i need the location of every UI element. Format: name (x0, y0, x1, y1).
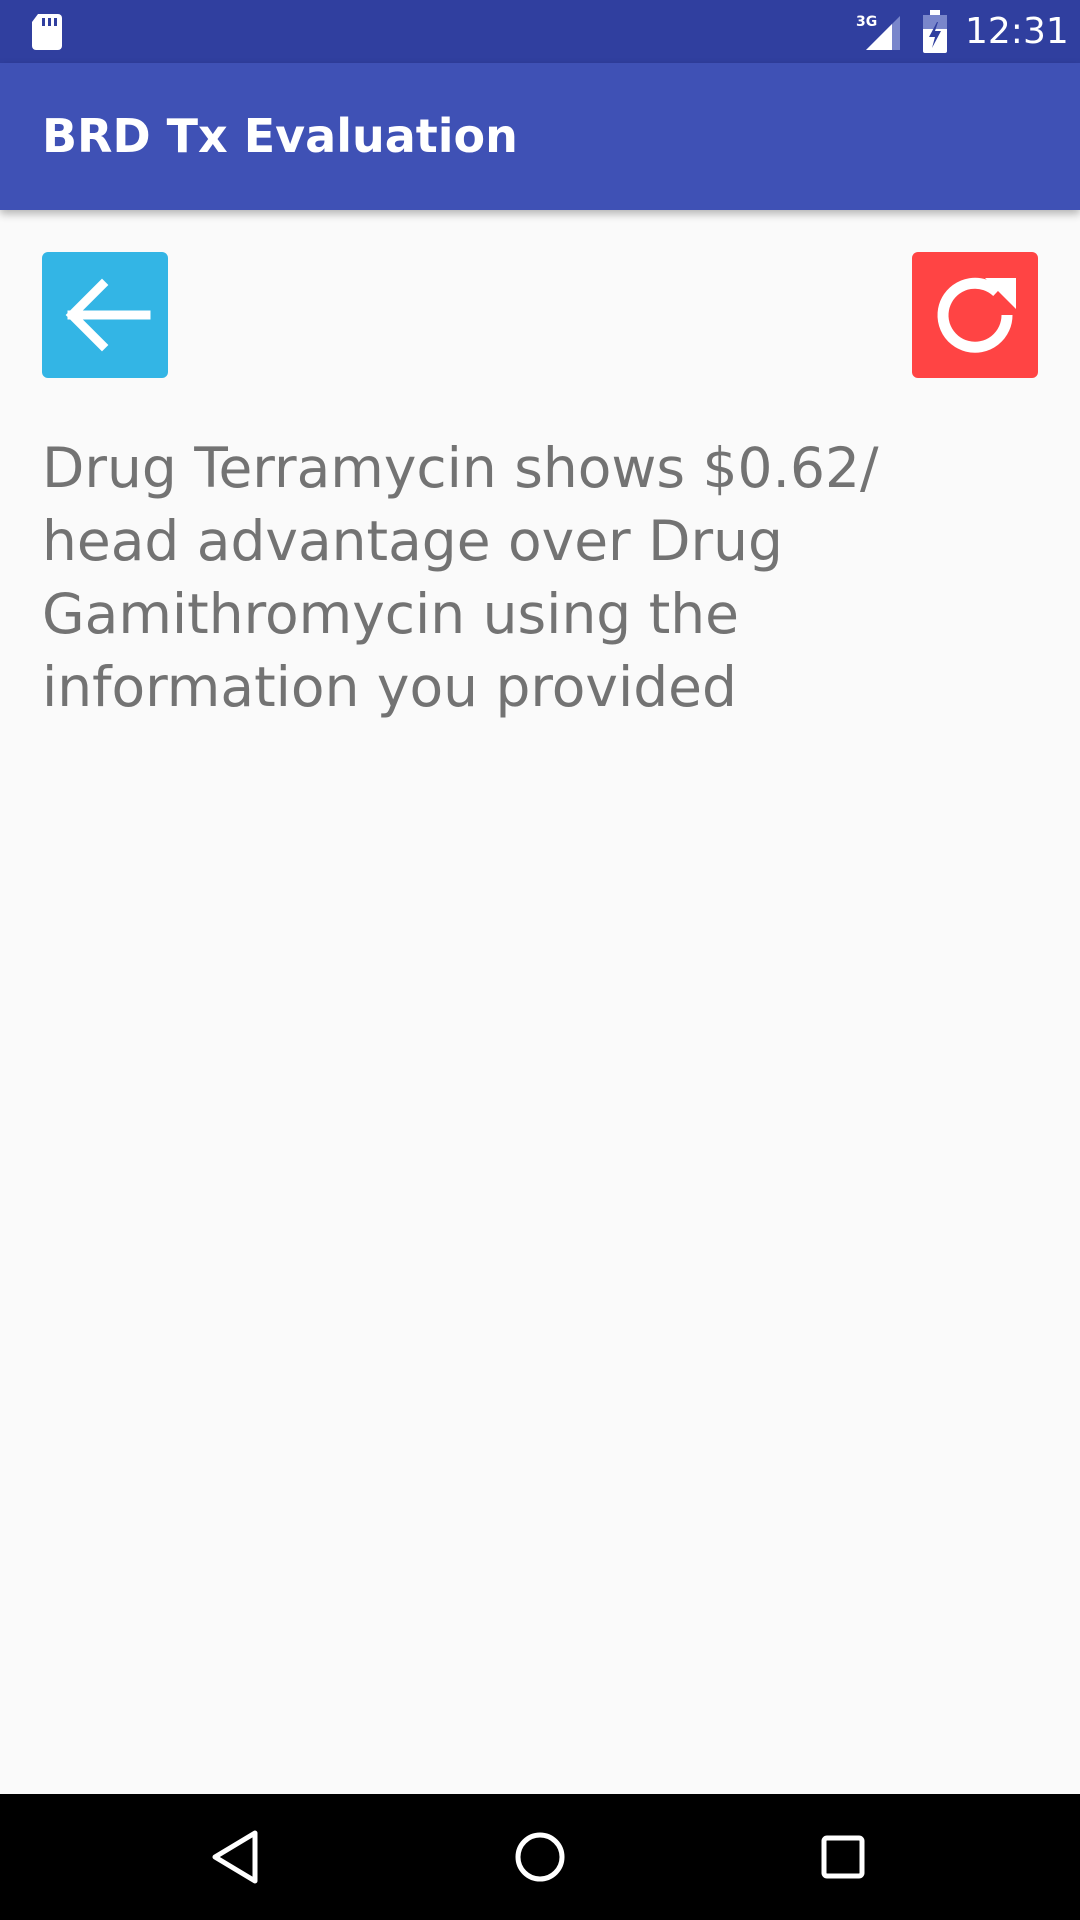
sd-card-icon (32, 14, 62, 50)
refresh-button[interactable] (912, 252, 1038, 378)
arrow-left-icon (65, 278, 151, 352)
app-bar: BRD Tx Evaluation (0, 63, 1080, 210)
refresh-icon (937, 277, 1016, 353)
nav-recents-icon[interactable] (803, 1817, 883, 1897)
nav-back-icon[interactable] (197, 1817, 277, 1897)
back-button[interactable] (42, 252, 168, 378)
signal-icon: 3G (856, 14, 900, 50)
nav-home-icon[interactable] (500, 1817, 580, 1897)
clock: 12:31 (965, 11, 1069, 52)
navigation-bar (0, 1794, 1080, 1920)
battery-charging-icon (923, 10, 947, 53)
status-bar: 3G 12:31 (0, 0, 1080, 63)
page-title: BRD Tx Evaluation (42, 109, 518, 163)
result-message: Drug Terramycin shows $0.62/ head advant… (42, 436, 879, 719)
network-type: 3G (856, 14, 877, 30)
